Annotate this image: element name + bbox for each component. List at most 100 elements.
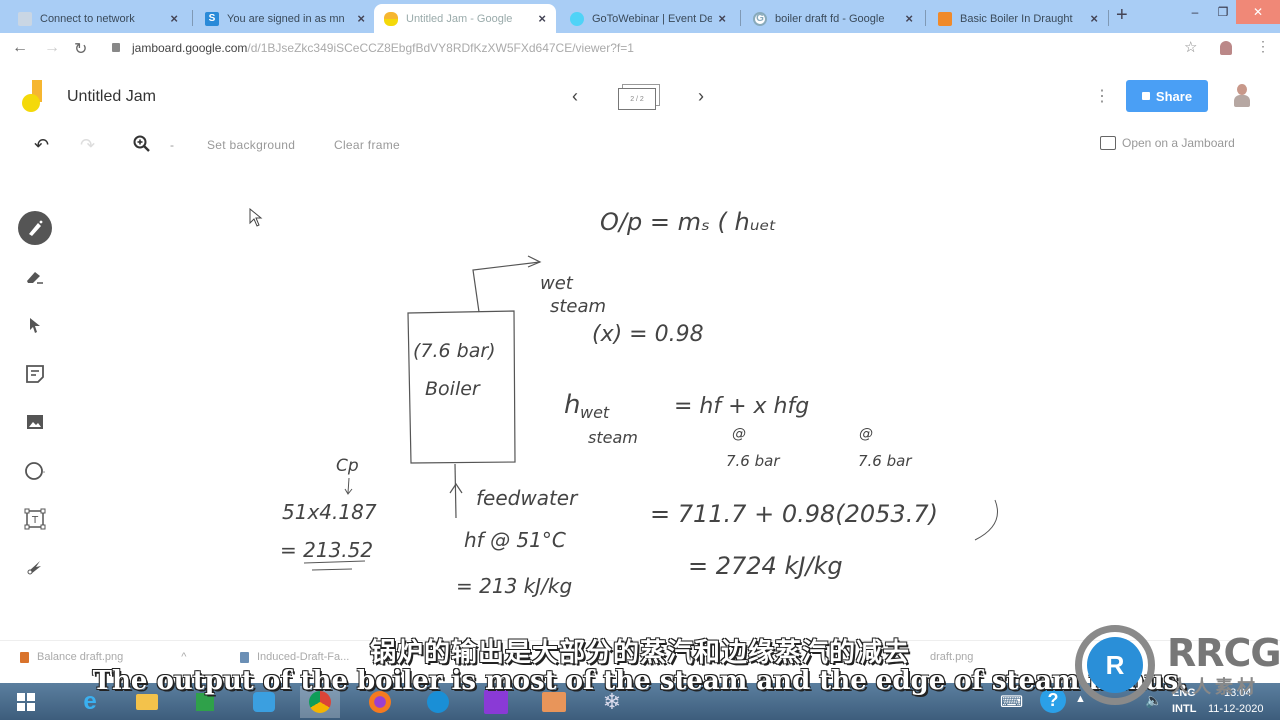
text-box-icon: T — [24, 508, 46, 530]
network-icon — [18, 11, 32, 26]
dryness-fraction: (x) = 0.98 — [592, 322, 704, 347]
previous-frame-button[interactable]: ‹ — [572, 86, 578, 107]
h-wet-subscript: wet — [580, 403, 610, 422]
avatar-body — [1234, 95, 1250, 107]
open-on-jamboard-button[interactable]: Open on a Jamboard — [1100, 136, 1235, 150]
language-bottom[interactable]: INTL — [1172, 703, 1196, 715]
pen-tool[interactable] — [18, 211, 52, 245]
back-arrow-icon[interactable]: ← — [12, 39, 28, 57]
restore-button[interactable]: ❐ — [1208, 0, 1238, 24]
tab-basic-boiler[interactable]: Basic Boiler In Draught × — [928, 4, 1108, 33]
watermark-emblem: R — [1087, 637, 1143, 693]
folder-icon — [136, 694, 158, 710]
more-options-icon[interactable]: ⋮ — [1094, 86, 1110, 106]
mouse-cursor-icon — [249, 208, 263, 227]
boiler-pressure: (7.6 bar) — [413, 340, 496, 362]
cast-to-jamboard-icon — [1100, 136, 1116, 150]
close-tab-icon[interactable]: × — [538, 11, 546, 26]
close-window-button[interactable]: ✕ — [1236, 0, 1280, 24]
profile-avatar[interactable] — [1220, 41, 1232, 55]
google-icon: G — [753, 11, 767, 26]
clear-frame-button[interactable]: Clear frame — [334, 138, 400, 152]
frame-bar-button[interactable]: 2 / 2 — [618, 84, 660, 110]
share-button[interactable]: Share — [1126, 80, 1208, 112]
feedwater-pipe-line — [454, 463, 457, 519]
watermark-brand: RRCG — [1167, 631, 1280, 675]
address-bar: ← → ↻ jamboard.google.com/d/1BJseZkc349i… — [0, 33, 1280, 65]
redo-icon[interactable]: ↷ — [80, 135, 95, 156]
watermark-subtitle: 人人素材 — [1171, 677, 1259, 697]
lock-icon — [112, 43, 120, 52]
jamboard-logo[interactable] — [20, 80, 50, 116]
select-tool[interactable] — [18, 308, 52, 342]
tab-boiler-draft[interactable]: G boiler draft fd - Google × — [743, 4, 923, 33]
zoom-dropdown[interactable]: - — [170, 138, 174, 152]
tab-divider — [740, 10, 741, 26]
jam-title[interactable]: Untitled Jam — [67, 88, 156, 106]
select-arrow-icon — [30, 318, 40, 333]
pressure-hf: 7.6 bar — [726, 452, 780, 470]
output-equation: O/p = mₛ ( hᵤₑₜ — [600, 208, 777, 236]
enthalpy-result: = 2724 kJ/kg — [688, 552, 843, 580]
pen-icon — [29, 220, 43, 236]
enthalpy-equation: = hf + x hfg — [674, 394, 810, 419]
tab-divider — [1108, 10, 1109, 26]
sticky-note-icon — [26, 365, 44, 383]
next-frame-button[interactable]: › — [698, 86, 704, 107]
clock-date[interactable]: 11-12-2020 — [1208, 703, 1263, 715]
slides-icon — [938, 11, 952, 26]
tab-divider — [925, 10, 926, 26]
close-tab-icon[interactable]: × — [1090, 11, 1098, 26]
frame-indicator: 2 / 2 — [618, 88, 656, 110]
at-symbol-1: @ — [732, 426, 746, 442]
url-field[interactable]: jamboard.google.com/d/1BJseZkc349iSCeCCZ… — [132, 41, 634, 55]
s-app-icon: S — [205, 11, 219, 26]
steam-arrow-head — [527, 255, 542, 268]
eraser-tool[interactable] — [18, 260, 52, 294]
screen: Connect to network × S You are signed in… — [0, 0, 1280, 720]
bookmark-star-icon[interactable]: ☆ — [1184, 38, 1197, 56]
sticky-note-tool[interactable] — [18, 357, 52, 391]
cp-result: = 213.52 — [280, 538, 374, 562]
laser-tool[interactable] — [18, 550, 52, 584]
tab-gotowebinar[interactable]: GoToWebinar | Event De × — [560, 4, 736, 33]
cp-calculation: 51x4.187 — [282, 500, 377, 524]
shape-tool[interactable] — [18, 454, 52, 488]
enthalpy-substitution: = 711.7 + 0.98(2053.7) — [650, 500, 938, 528]
at-symbol-2: @ — [859, 426, 873, 442]
reload-icon[interactable]: ↻ — [74, 39, 87, 59]
close-tab-icon[interactable]: × — [905, 11, 913, 26]
gotowebinar-icon — [570, 11, 584, 26]
undo-icon[interactable]: ↶ — [34, 135, 49, 156]
result-underline-double — [311, 568, 353, 571]
pressure-hfg: 7.6 bar — [858, 452, 912, 470]
cp-label: Cp — [336, 456, 359, 476]
image-tool[interactable] — [18, 405, 52, 439]
browser-tab-strip: Connect to network × S You are signed in… — [0, 0, 1280, 33]
svg-text:T: T — [31, 515, 39, 526]
forward-arrow-icon[interactable]: → — [44, 39, 60, 57]
tab-connect-to-network[interactable]: Connect to network × — [8, 4, 188, 33]
cp-arrow-line — [347, 477, 350, 494]
open-on-jamboard-label: Open on a Jamboard — [1122, 136, 1235, 150]
jamboard-icon — [384, 11, 398, 26]
tab-signed-in[interactable]: S You are signed in as mn × — [195, 4, 375, 33]
watermark-logo: R RRCG 人人素材 — [1075, 625, 1280, 705]
boiler-label: Boiler — [425, 378, 480, 400]
tab-divider — [192, 10, 193, 26]
new-tab-button[interactable]: + — [1116, 4, 1128, 27]
tab-untitled-jam[interactable]: Untitled Jam - Google × — [374, 4, 556, 33]
zoom-in-icon[interactable] — [133, 135, 151, 158]
circle-icon — [25, 462, 45, 480]
set-background-button[interactable]: Set background — [207, 138, 295, 152]
close-tab-icon[interactable]: × — [170, 11, 178, 26]
text-box-tool[interactable]: T — [18, 502, 52, 536]
browser-menu-icon[interactable]: ⋮ — [1256, 38, 1270, 55]
user-avatar[interactable] — [1234, 84, 1250, 108]
lock-icon — [1141, 92, 1150, 100]
minimize-button[interactable]: – — [1180, 0, 1210, 24]
close-tab-icon[interactable]: × — [357, 11, 365, 26]
close-tab-icon[interactable]: × — [718, 11, 726, 26]
eraser-icon — [27, 272, 43, 284]
logo-dot — [22, 94, 40, 112]
